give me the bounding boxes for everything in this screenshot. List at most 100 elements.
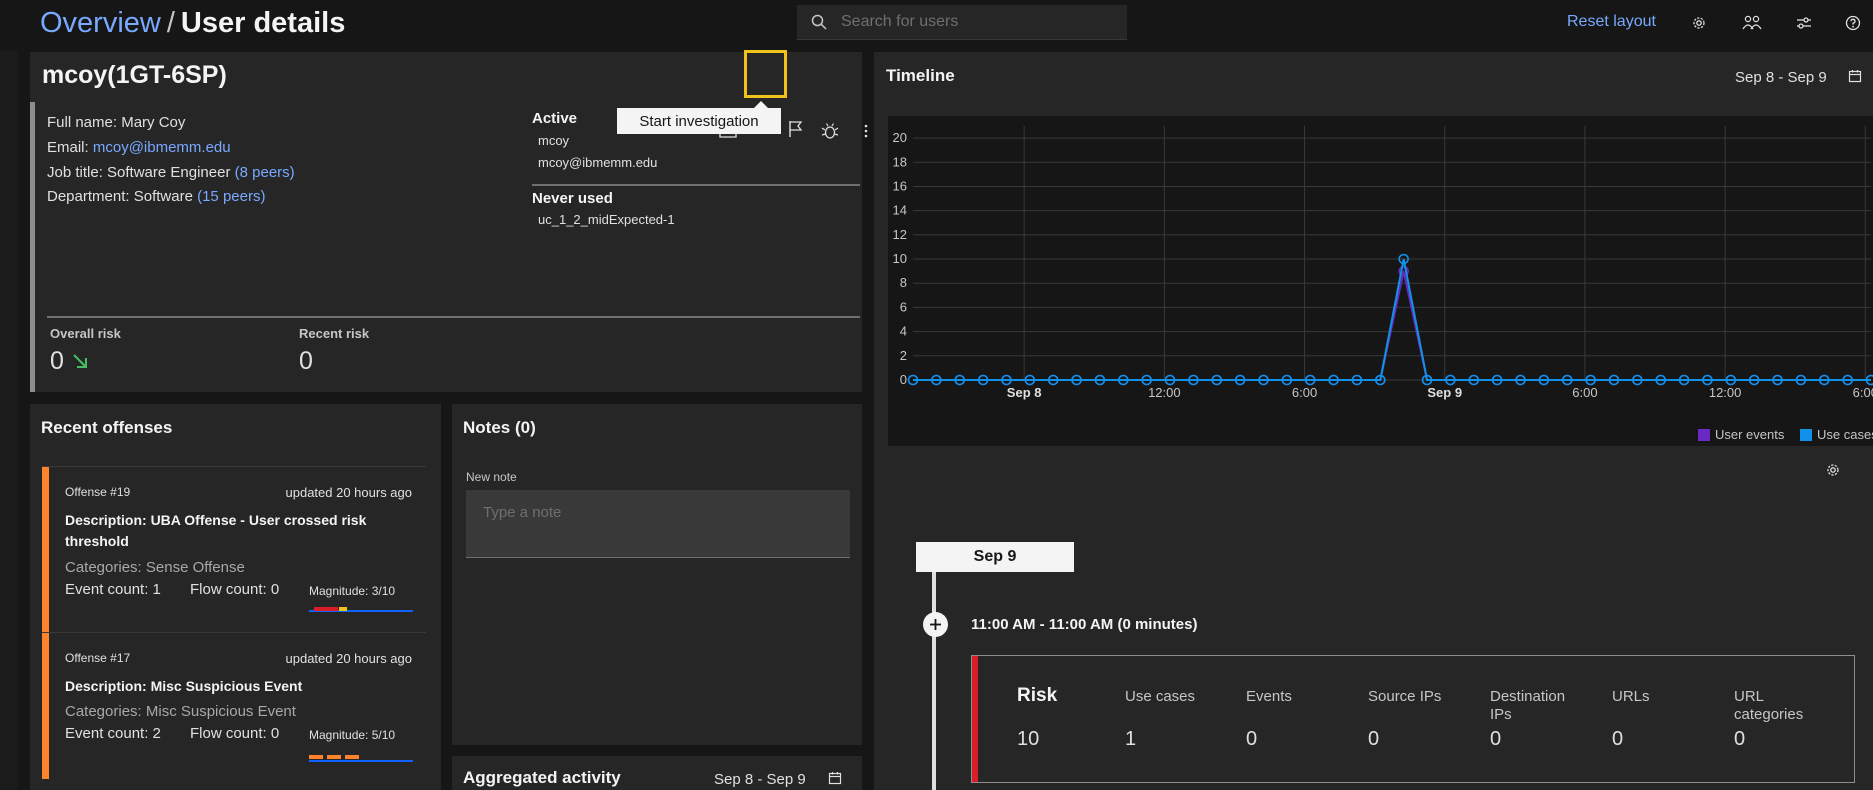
x-tick-label: Sep 8: [1007, 385, 1042, 400]
offense-flow-count: Flow count: 0: [190, 725, 280, 742]
recent-risk-value: 0: [299, 347, 313, 375]
sliders-icon[interactable]: [1791, 10, 1817, 36]
x-tick-label: Sep 9: [1427, 385, 1462, 400]
timeline-slot: 11:00 AM - 11:00 AM (0 minutes): [971, 616, 1198, 633]
timeline-chart-svg: 0 2 4 6 8 10 12 14 16 18 20 Sep 8 12:00 6:00 Sep 9 6:00…: [893, 126, 1873, 442]
magnitude-segment: [314, 607, 338, 611]
job-peers-link[interactable]: (8 peers): [235, 164, 295, 181]
y-tick-label: 18: [893, 154, 907, 169]
aggregated-range[interactable]: Sep 8 - Sep 9: [714, 771, 806, 788]
department-row: Department: Software (15 peers): [47, 188, 265, 205]
calendar-icon[interactable]: [1848, 69, 1862, 88]
never-used-heading: Never used: [532, 190, 613, 207]
left-gutter: [0, 50, 18, 790]
notes-title: Notes (0): [463, 418, 536, 437]
trend-down-icon: [73, 354, 87, 368]
breadcrumb-separator: /: [166, 7, 175, 39]
offense-accent-bar: [42, 467, 49, 633]
timeline-range[interactable]: Sep 8 - Sep 9: [1735, 69, 1827, 86]
flag-icon[interactable]: [783, 117, 807, 141]
timeline-chart: 0 2 4 6 8 10 12 14 16 18 20 Sep 8 12:00 6:00 Sep 9 6:00…: [888, 116, 1873, 446]
legend-swatch: [1698, 429, 1710, 441]
timeline-title: Timeline: [886, 66, 955, 85]
new-note-label: New note: [466, 470, 517, 484]
highlight-box: [744, 50, 787, 98]
series-line: [913, 270, 1871, 381]
series-line: [913, 258, 1871, 381]
new-note-textarea[interactable]: [466, 490, 850, 558]
users-icon[interactable]: [1739, 10, 1765, 36]
offense-number: Offense #19: [65, 485, 131, 499]
active-heading: Active: [532, 110, 578, 127]
chart-settings-icon[interactable]: [1825, 462, 1841, 483]
offense-flow-count: Flow count: 0: [190, 581, 280, 598]
user-title: mcoy(1GT-6SP): [42, 61, 227, 89]
email-link[interactable]: mcoy@ibmemm.edu: [93, 139, 231, 156]
magnitude-track: [309, 760, 413, 762]
offense-card[interactable]: Offense #17 updated 20 hours ago Descrip…: [42, 632, 426, 779]
offense-event-count: Event count: 1: [65, 581, 161, 598]
full-name-row: Full name: Mary Coy: [47, 114, 185, 131]
reset-layout-link[interactable]: Reset layout: [1567, 13, 1656, 31]
y-tick-label: 4: [900, 324, 907, 339]
job-title-value: Software Engineer: [107, 164, 231, 181]
x-tick-label: 12:00: [1709, 385, 1742, 400]
events-header: Events: [1246, 688, 1292, 705]
y-tick-label: 10: [893, 251, 907, 266]
department-label: Department:: [47, 188, 130, 205]
department-value: Software: [133, 188, 193, 205]
magnitude-segment: [339, 607, 347, 611]
risk-summary-card[interactable]: Risk 10 Use cases 1 Events 0 Source IPs …: [971, 655, 1855, 783]
email-label: Email:: [47, 139, 89, 156]
calendar-icon[interactable]: [828, 771, 842, 790]
search-icon: [811, 14, 827, 30]
offense-updated: updated 20 hours ago: [285, 651, 413, 666]
aggregated-activity-title: Aggregated activity: [463, 768, 621, 787]
legend-swatch: [1800, 429, 1812, 441]
magnitude-bar: [309, 755, 413, 759]
x-tick-label: 6:00: [1853, 385, 1873, 400]
expand-slot-icon[interactable]: [923, 612, 948, 637]
start-investigation-tooltip: Start investigation: [617, 108, 781, 134]
overall-risk-number: 0: [50, 347, 64, 375]
use-cases-value: 1: [1125, 728, 1137, 750]
bug-icon[interactable]: [818, 119, 842, 143]
y-tick-label: 20: [893, 130, 907, 145]
settings-icon[interactable]: [1686, 10, 1712, 36]
department-peers-link[interactable]: (15 peers): [197, 188, 265, 205]
y-tick-label: 2: [900, 348, 907, 363]
offense-categories: Categories: Misc Suspicious Event: [65, 703, 296, 720]
offense-description: Description: UBA Offense - User crossed …: [65, 512, 367, 549]
offense-updated: updated 20 hours ago: [285, 485, 413, 500]
offense-description: Description: Misc Suspicious Event: [65, 678, 303, 694]
offense-number: Offense #17: [65, 651, 131, 665]
email-row: Email: mcoy@ibmemm.edu: [47, 139, 231, 156]
legend-label: Use cases: [1817, 427, 1873, 442]
active-account: mcoy@ibmemm.edu: [538, 155, 658, 170]
search-input[interactable]: [841, 13, 1111, 31]
x-tick-label: 12:00: [1148, 385, 1181, 400]
y-tick-label: 8: [900, 275, 907, 290]
active-account: mcoy: [538, 133, 570, 148]
breadcrumb-overview-link[interactable]: Overview: [40, 7, 161, 39]
risk-header: Risk: [1017, 685, 1058, 706]
y-tick-label: 16: [893, 178, 907, 193]
offense-card[interactable]: Offense #19 updated 20 hours ago Descrip…: [42, 466, 426, 633]
urls-header: URLs: [1612, 688, 1650, 705]
job-title-row: Job title: Software Engineer (8 peers): [47, 164, 295, 181]
destination-ips-value: 0: [1490, 728, 1502, 750]
risk-accent-bar: [972, 656, 978, 782]
risk-value: 10: [1017, 728, 1040, 750]
accounts-divider: [532, 184, 860, 186]
use-cases-header: Use cases: [1125, 688, 1196, 705]
tooltip-arrow: [754, 101, 768, 108]
never-used-account: uc_1_2_midExpected-1: [538, 212, 675, 227]
y-tick-label: 12: [893, 227, 907, 242]
notes-panel: Notes (0) New note: [452, 404, 862, 745]
source-ips-value: 0: [1368, 728, 1380, 750]
magnitude-segment: [309, 755, 323, 759]
help-icon[interactable]: [1840, 10, 1866, 36]
offense-categories: Categories: Sense Offense: [65, 559, 245, 576]
aggregated-activity-panel: Aggregated activity Sep 8 - Sep 9: [452, 756, 862, 790]
search-box[interactable]: [797, 5, 1127, 40]
